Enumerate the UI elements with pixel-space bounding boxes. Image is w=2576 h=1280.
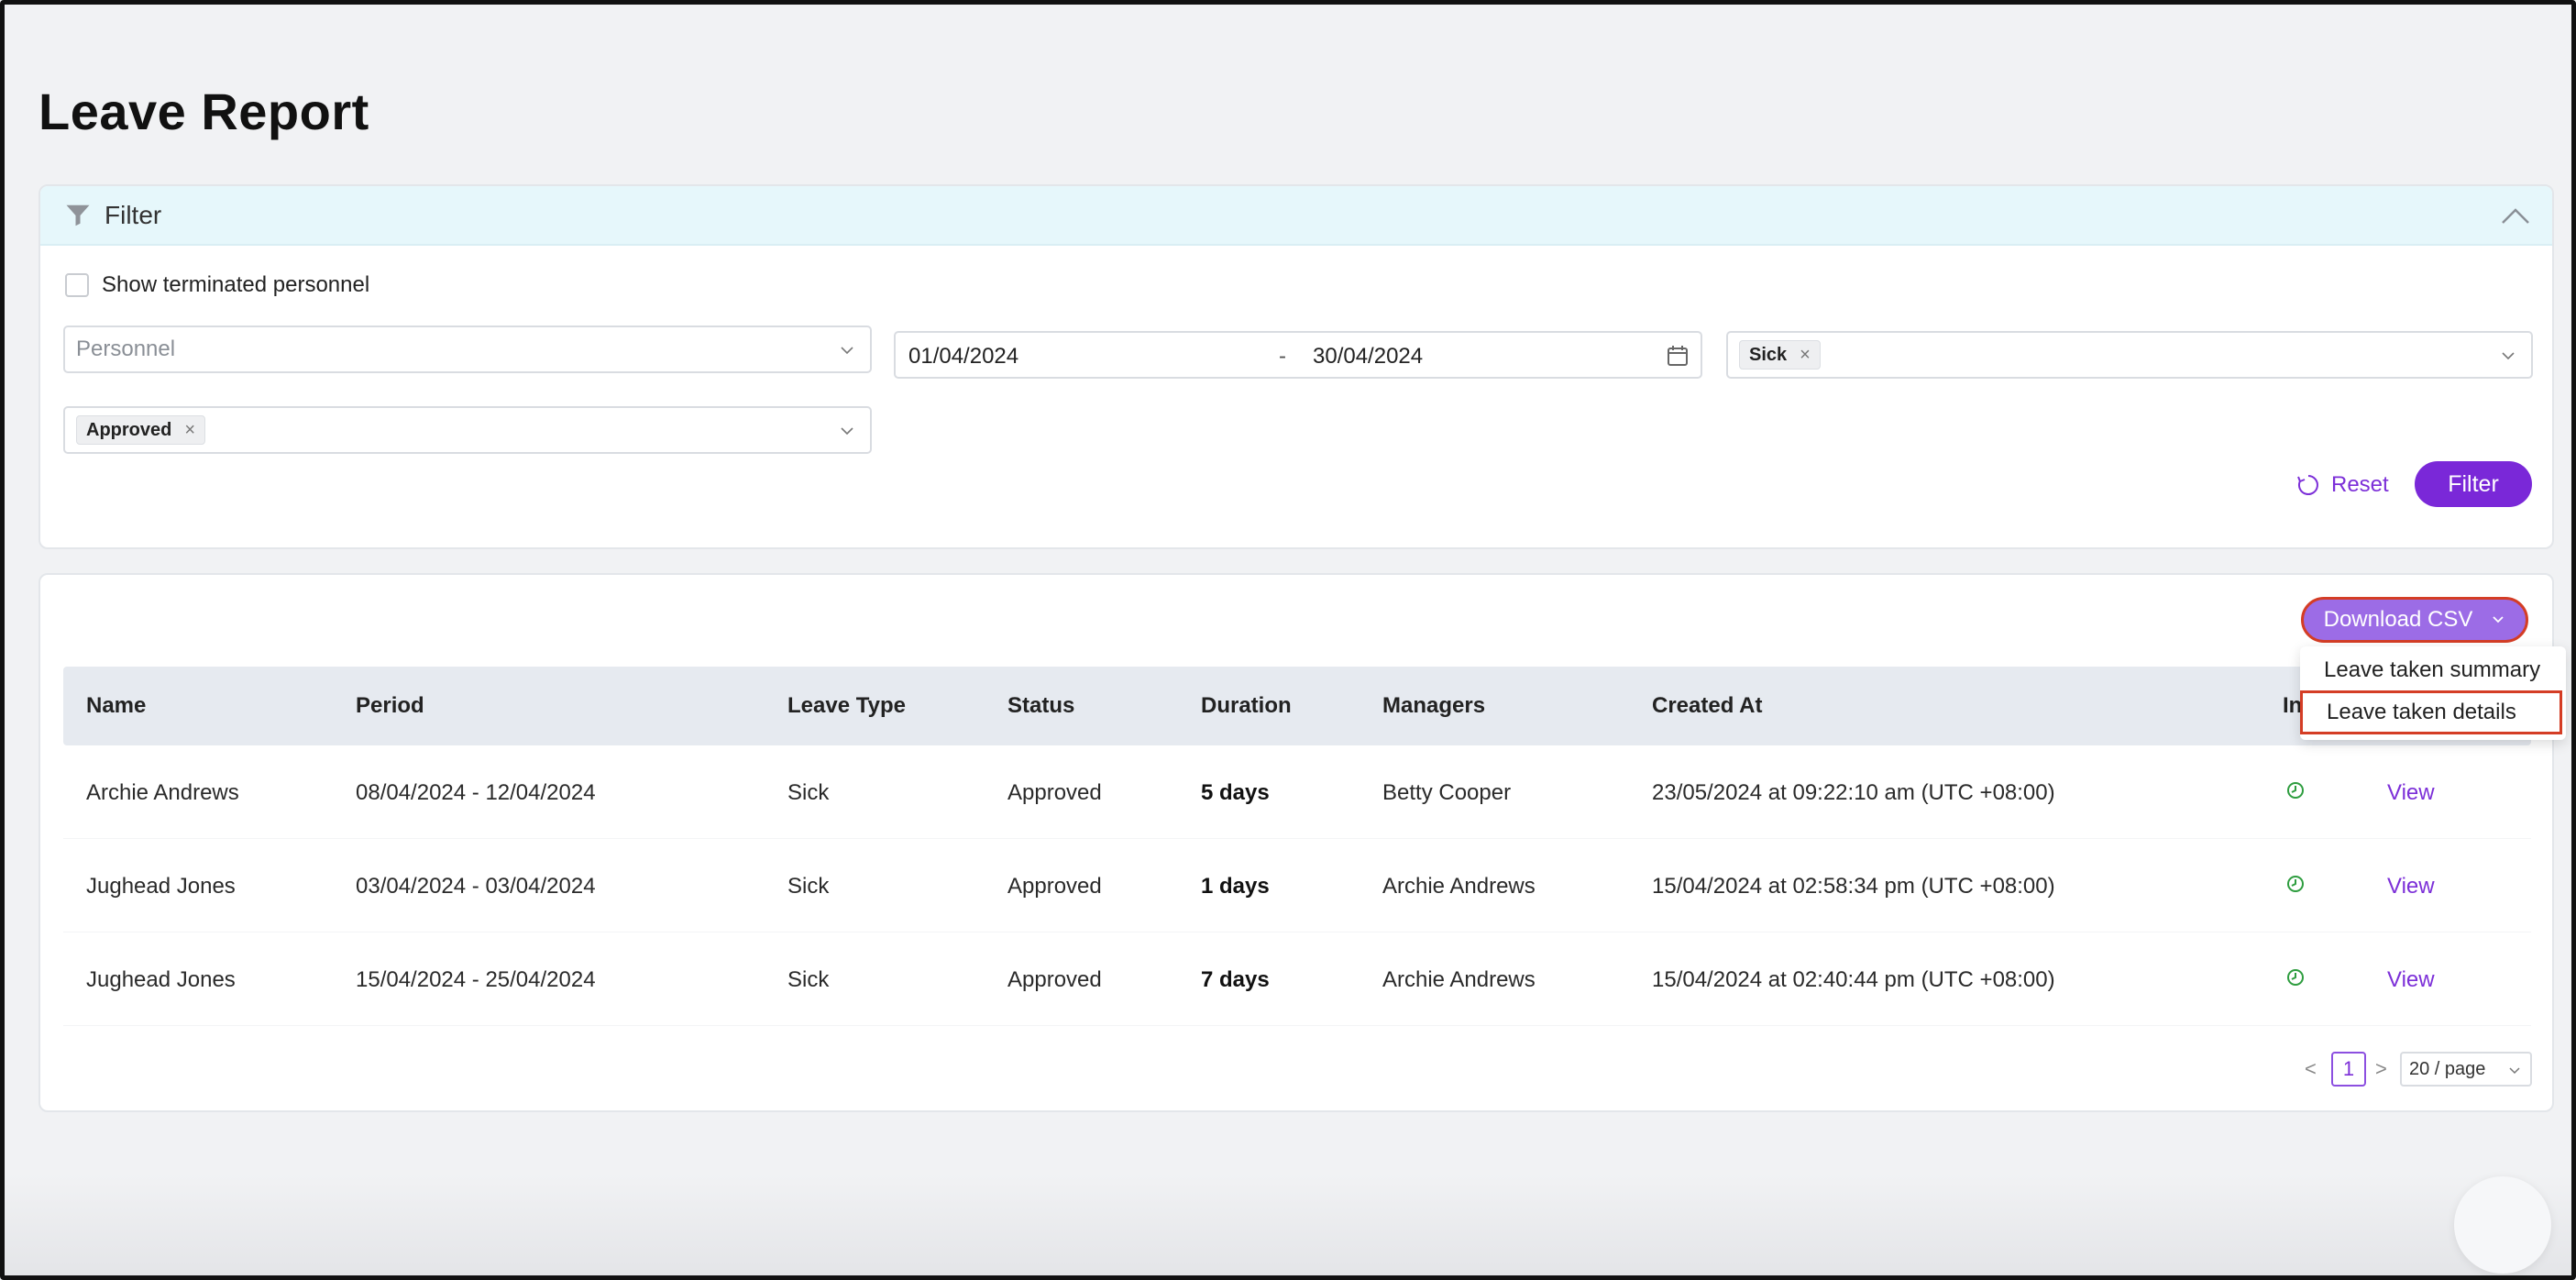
column-header-created-at: Created At: [1652, 693, 1763, 718]
reset-icon: [2297, 475, 2318, 495]
date-range-picker[interactable]: 01/04/2024 - 30/04/2024: [894, 331, 1702, 379]
view-link[interactable]: View: [2387, 967, 2435, 993]
leave-type-select[interactable]: Sick ×: [1726, 331, 2533, 379]
show-terminated-label: Show terminated personnel: [102, 272, 370, 297]
cell-managers: Archie Andrews: [1382, 874, 1536, 899]
status-select[interactable]: Approved ×: [63, 406, 872, 454]
column-header-status: Status: [1007, 693, 1075, 718]
column-header-duration: Duration: [1201, 693, 1292, 718]
leave-type-tag-label: Sick: [1749, 344, 1788, 365]
filter-header[interactable]: Filter: [40, 186, 2552, 246]
personnel-placeholder: Personnel: [76, 337, 176, 361]
next-page-button[interactable]: >: [2375, 1057, 2387, 1081]
status-tag-label: Approved: [86, 419, 172, 440]
prev-page-button[interactable]: <: [2305, 1057, 2317, 1081]
cell-name: Archie Andrews: [86, 780, 239, 805]
menu-item-leave-taken-summary[interactable]: Leave taken summary: [2300, 648, 2566, 692]
cell-status: Approved: [1007, 967, 1102, 992]
funnel-icon: [66, 204, 90, 226]
view-link[interactable]: View: [2387, 780, 2435, 806]
chevron-down-icon: [2493, 616, 2504, 623]
column-header-name: Name: [86, 693, 147, 718]
column-header-leave-type: Leave Type: [787, 693, 906, 718]
cell-created-at: 15/04/2024 at 02:40:44 pm (UTC +08:00): [1652, 967, 2055, 992]
clock-check-icon: [2287, 876, 2304, 892]
reset-label: Reset: [2331, 472, 2389, 497]
table-header: Name Period Leave Type Status Duration M…: [63, 667, 2531, 745]
cell-name: Jughead Jones: [86, 967, 236, 992]
cell-managers: Betty Cooper: [1382, 780, 1512, 805]
download-csv-button[interactable]: Download CSV: [2301, 597, 2528, 643]
personnel-select[interactable]: Personnel: [63, 326, 872, 373]
download-csv-label: Download CSV: [2323, 607, 2473, 632]
leave-table: Name Period Leave Type Status Duration M…: [63, 667, 2531, 1026]
page-size-select[interactable]: 20 / page: [2400, 1052, 2532, 1087]
leave-type-tag: Sick ×: [1739, 340, 1821, 370]
page-size-label: 20 / page: [2409, 1058, 2486, 1079]
cell-created-at: 15/04/2024 at 02:58:34 pm (UTC +08:00): [1652, 874, 2055, 899]
cell-duration: 5 days: [1201, 780, 1270, 805]
chevron-down-icon: [2502, 352, 2515, 360]
date-separator: -: [1279, 344, 1286, 369]
cell-period: 08/04/2024 - 12/04/2024: [356, 780, 596, 805]
menu-item-leave-taken-details[interactable]: Leave taken details: [2300, 690, 2562, 734]
floating-action-button[interactable]: [2454, 1176, 2551, 1274]
page-number-button[interactable]: 1: [2331, 1052, 2366, 1087]
cell-duration: 1 days: [1201, 874, 1270, 899]
filter-panel: Filter Show terminated personnel Personn…: [39, 184, 2554, 549]
chevron-down-icon: [841, 347, 853, 355]
page-title: Leave Report: [39, 83, 369, 140]
clock-check-icon: [2287, 782, 2304, 799]
table-row: Archie Andrews 08/04/2024 - 12/04/2024 S…: [63, 745, 2531, 839]
tag-remove-icon[interactable]: ×: [1800, 345, 1811, 366]
chevron-up-icon[interactable]: [2499, 201, 2532, 230]
cell-name: Jughead Jones: [86, 874, 236, 899]
chevron-down-icon: [841, 427, 853, 436]
cell-status: Approved: [1007, 780, 1102, 805]
clock-check-icon: [2287, 969, 2304, 986]
cell-created-at: 23/05/2024 at 09:22:10 am (UTC +08:00): [1652, 780, 2055, 805]
cell-leave-type: Sick: [787, 780, 830, 805]
results-panel: Download CSV Name Period Leave Type Stat…: [39, 573, 2554, 1112]
view-link[interactable]: View: [2387, 874, 2435, 899]
cell-leave-type: Sick: [787, 874, 830, 899]
show-terminated-checkbox[interactable]: [65, 273, 89, 297]
cell-managers: Archie Andrews: [1382, 967, 1536, 992]
filter-button[interactable]: Filter: [2415, 461, 2532, 507]
date-from-input[interactable]: 01/04/2024: [908, 344, 1018, 370]
cell-duration: 7 days: [1201, 967, 1270, 992]
date-to-input[interactable]: 30/04/2024: [1313, 344, 1423, 370]
cell-period: 03/04/2024 - 03/04/2024: [356, 874, 596, 899]
tag-remove-icon[interactable]: ×: [184, 420, 195, 441]
status-tag: Approved ×: [76, 415, 206, 445]
column-header-managers: Managers: [1382, 693, 1486, 718]
column-header-period: Period: [356, 693, 424, 718]
cell-leave-type: Sick: [787, 967, 830, 992]
cell-period: 15/04/2024 - 25/04/2024: [356, 967, 596, 992]
table-row: Jughead Jones 03/04/2024 - 03/04/2024 Si…: [63, 839, 2531, 932]
calendar-icon[interactable]: [1666, 344, 1690, 368]
filter-title: Filter: [105, 200, 162, 229]
reset-button[interactable]: Reset: [2296, 472, 2389, 498]
cell-status: Approved: [1007, 874, 1102, 899]
show-terminated-row[interactable]: Show terminated personnel: [65, 272, 369, 298]
app-window: Leave Report Filter Show terminated pers…: [0, 0, 2576, 1280]
table-row: Jughead Jones 15/04/2024 - 25/04/2024 Si…: [63, 932, 2531, 1026]
chevron-down-icon: [2509, 1067, 2520, 1075]
download-csv-menu: Leave taken summary Leave taken details: [2300, 646, 2566, 740]
